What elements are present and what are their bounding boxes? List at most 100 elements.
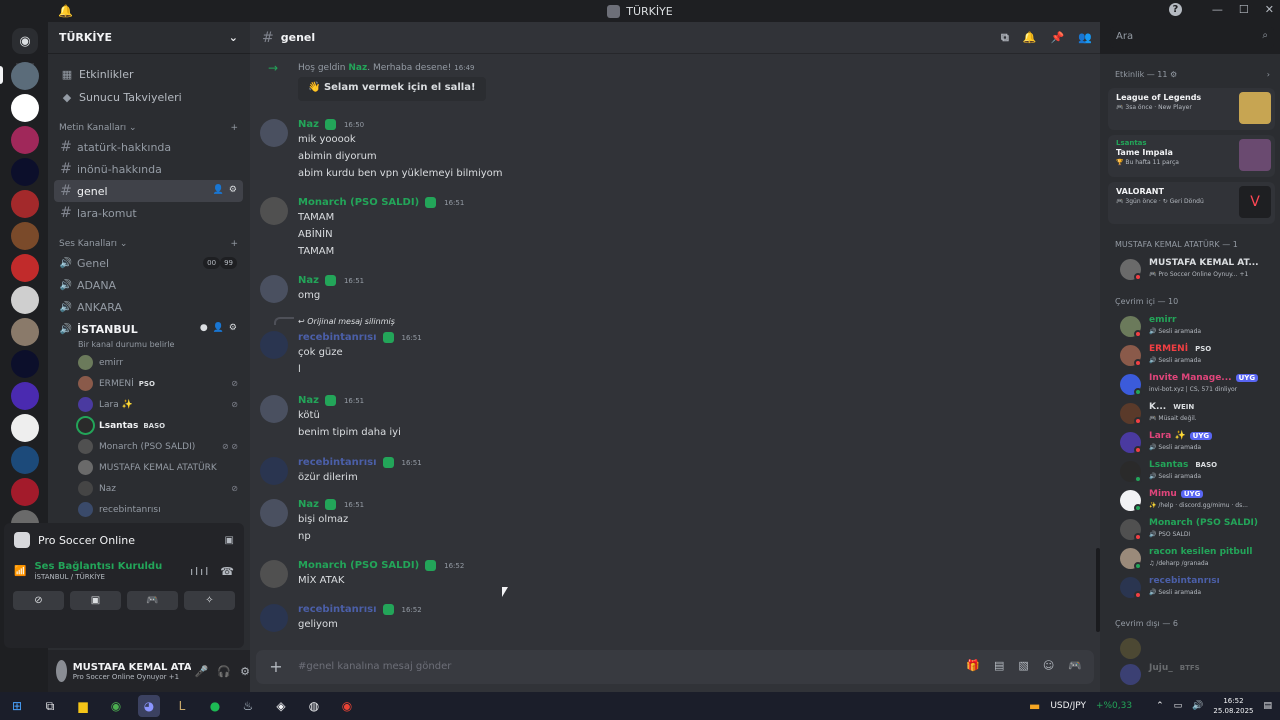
notification-icon[interactable]: ▤ <box>1263 701 1272 711</box>
member-item-offline[interactable]: Juju_ BTFS <box>1120 660 1280 688</box>
avatar[interactable] <box>260 197 288 225</box>
voice-status[interactable]: Ses Bağlantısı Kuruldu <box>34 561 162 572</box>
voice-channel-ankara[interactable]: 🔊 ANKARA <box>54 296 243 318</box>
chevron-right-icon[interactable]: › <box>1267 70 1270 79</box>
avatar[interactable] <box>260 331 288 359</box>
events-item[interactable]: ▦ Etkinlikler <box>48 63 250 85</box>
member-item-offline[interactable] <box>1120 634 1280 662</box>
server-icon[interactable] <box>11 318 39 346</box>
gift-icon[interactable]: 🎁 <box>966 659 980 672</box>
game-taskbar-icon[interactable]: ◈ <box>270 695 292 717</box>
volume-icon[interactable]: 🔊 <box>1192 701 1203 711</box>
server-icon[interactable] <box>11 254 39 282</box>
add-attachment-icon[interactable]: + <box>268 659 284 675</box>
chat-icon[interactable]: ● <box>200 323 208 333</box>
chevron-up-icon[interactable]: ⌃ <box>1156 701 1164 711</box>
server-icon[interactable] <box>11 126 39 154</box>
apps-icon[interactable]: 🎮 <box>1068 659 1082 672</box>
spotify-icon[interactable]: ● <box>204 695 226 717</box>
member-item[interactable]: ERMENİ PSO 🔊 Sesli aramada <box>1120 341 1280 369</box>
gif-icon[interactable]: ▤ <box>994 659 1004 672</box>
server-icon[interactable] <box>11 382 39 410</box>
avatar[interactable] <box>260 457 288 485</box>
activity-card[interactable]: Lsantas Tame Impala 🏆 Bu hafta 11 parça <box>1108 135 1275 177</box>
chrome-icon[interactable]: ◉ <box>105 695 127 717</box>
activity-card[interactable]: VALORANT 🎮 3gün önce · ↻ Geri Döndü V <box>1108 182 1275 224</box>
avatar[interactable] <box>56 660 67 682</box>
pin-icon[interactable]: 📌 <box>1051 31 1065 45</box>
member-item[interactable]: Invite Manage... UYG invi-bot.xyz | CS, 57… <box>1120 370 1280 398</box>
member-item[interactable]: recebintanrısı 🔊 Sesli aramada <box>1120 573 1280 601</box>
camera-off-button[interactable]: ⊘ <box>13 591 64 610</box>
voice-channel-adana[interactable]: 🔊 ADANA <box>54 274 243 296</box>
network-icon[interactable]: ▭ <box>1174 701 1183 711</box>
avatar[interactable] <box>260 604 288 632</box>
voice-user[interactable]: Lara ✨ ⊘ <box>48 394 250 415</box>
maximize-icon[interactable]: ☐ <box>1239 3 1249 16</box>
text-channels-category[interactable]: Metin Kanalları ⌄ + <box>48 120 250 136</box>
voice-user[interactable]: Monarch (PSO SALDI) ⊘ ⊘ <box>48 436 250 457</box>
discord-home-icon[interactable]: ◉ <box>12 28 38 54</box>
microphone-icon[interactable]: 🎤 <box>195 665 209 678</box>
server-icon[interactable] <box>11 414 39 442</box>
username[interactable]: MUSTAFA KEMAL ATAT... <box>73 662 191 673</box>
voice-location[interactable]: İSTANBUL / TÜRKİYE <box>34 573 162 581</box>
avatar[interactable] <box>260 499 288 527</box>
member-item[interactable]: MUSTAFA KEMAL AT... 🎮 Pro Soccer Online … <box>1120 255 1280 283</box>
members-icon[interactable]: 👥 <box>1078 31 1092 45</box>
gear-icon[interactable]: ⚙ <box>229 185 237 195</box>
channel-genel[interactable]: # genel 👤 ⚙ <box>54 180 243 202</box>
steam-icon[interactable]: ♨ <box>237 695 259 717</box>
task-view-icon[interactable]: ⧉ <box>39 695 61 717</box>
voice-user[interactable]: ERMENİ PSO ⊘ <box>48 373 250 394</box>
soundboard-button[interactable]: ✧ <box>184 591 235 610</box>
voice-channel-istanbul[interactable]: 🔊 İSTANBUL ● 👤 ⚙ <box>54 318 243 340</box>
threads-icon[interactable]: ⧉ <box>1001 31 1009 45</box>
voice-user[interactable]: recebintanrısı <box>48 499 250 520</box>
server-icon[interactable] <box>11 222 39 250</box>
server-icon-turkiye[interactable] <box>11 62 39 90</box>
help-icon[interactable]: ? <box>1168 3 1182 16</box>
member-item[interactable]: K... WEIN 🎮 Müsait değil. <box>1120 399 1280 427</box>
discord-taskbar-icon[interactable]: ◕ <box>138 695 160 717</box>
activities-button[interactable]: 🎮 <box>127 591 178 610</box>
server-icon[interactable] <box>11 286 39 314</box>
gear-icon[interactable]: ⚙ <box>240 665 250 678</box>
server-icon[interactable] <box>11 350 39 378</box>
member-item[interactable]: emirr 🔊 Sesli aramada <box>1120 312 1280 340</box>
message-input[interactable]: #genel kanalına mesaj gönder <box>298 661 451 672</box>
league-of-legends-taskbar-icon[interactable]: L <box>171 695 193 717</box>
avatar[interactable] <box>260 395 288 423</box>
server-icon[interactable] <box>11 446 39 474</box>
server-icon[interactable] <box>11 158 39 186</box>
channel-ataturk-hakkinda[interactable]: # atatürk-hakkında <box>54 136 243 158</box>
disconnect-icon[interactable]: ☎ <box>220 565 234 578</box>
member-item[interactable]: racon kesilen pitbull ♫ /deharp /granada <box>1120 544 1280 572</box>
ticker-label[interactable]: USD/JPY <box>1050 701 1086 711</box>
app-taskbar-icon[interactable]: ◍ <box>303 695 325 717</box>
minimize-icon[interactable]: — <box>1212 3 1223 16</box>
channel-status[interactable]: Bir kanal durumu belirle <box>48 340 250 352</box>
voice-user[interactable]: MUSTAFA KEMAL ATATÜRK <box>48 457 250 478</box>
avatar[interactable] <box>260 560 288 588</box>
search-input[interactable]: Ara ⌕ <box>1110 27 1274 48</box>
add-channel-icon[interactable]: + <box>230 239 238 249</box>
voice-user[interactable]: emirr <box>48 352 250 373</box>
file-explorer-icon[interactable]: ▆ <box>72 695 94 717</box>
voice-channels-category[interactable]: Ses Kanalları ⌄ + <box>48 236 250 252</box>
member-item[interactable]: Monarch (PSO SALDI) 🔊 PSO SALDI <box>1120 515 1280 543</box>
member-item[interactable]: Lsantas BASO 🔊 Sesli aramada <box>1120 457 1280 485</box>
channel-lara-komut[interactable]: # lara-komut <box>54 202 243 224</box>
message-composer[interactable]: + #genel kanalına mesaj gönder 🎁 ▤ ▧ ☺ 🎮 <box>256 650 1094 684</box>
member-item[interactable]: Lara ✨ UYG 🔊 Sesli aramada <box>1120 428 1280 456</box>
add-member-icon[interactable]: 👤 <box>213 323 224 333</box>
close-icon[interactable]: ✕ <box>1265 3 1274 16</box>
screen-icon[interactable]: ▣ <box>225 535 234 546</box>
add-channel-icon[interactable]: + <box>230 123 238 133</box>
server-header[interactable]: TÜRKİYE ⌄ <box>48 22 250 54</box>
emoji-icon[interactable]: ☺ <box>1043 659 1054 672</box>
bell-icon[interactable]: 🔔 <box>58 4 73 18</box>
voice-user[interactable]: Naz ⊘ <box>48 478 250 499</box>
avatar[interactable] <box>260 275 288 303</box>
headphones-icon[interactable]: 🎧 <box>217 665 231 678</box>
